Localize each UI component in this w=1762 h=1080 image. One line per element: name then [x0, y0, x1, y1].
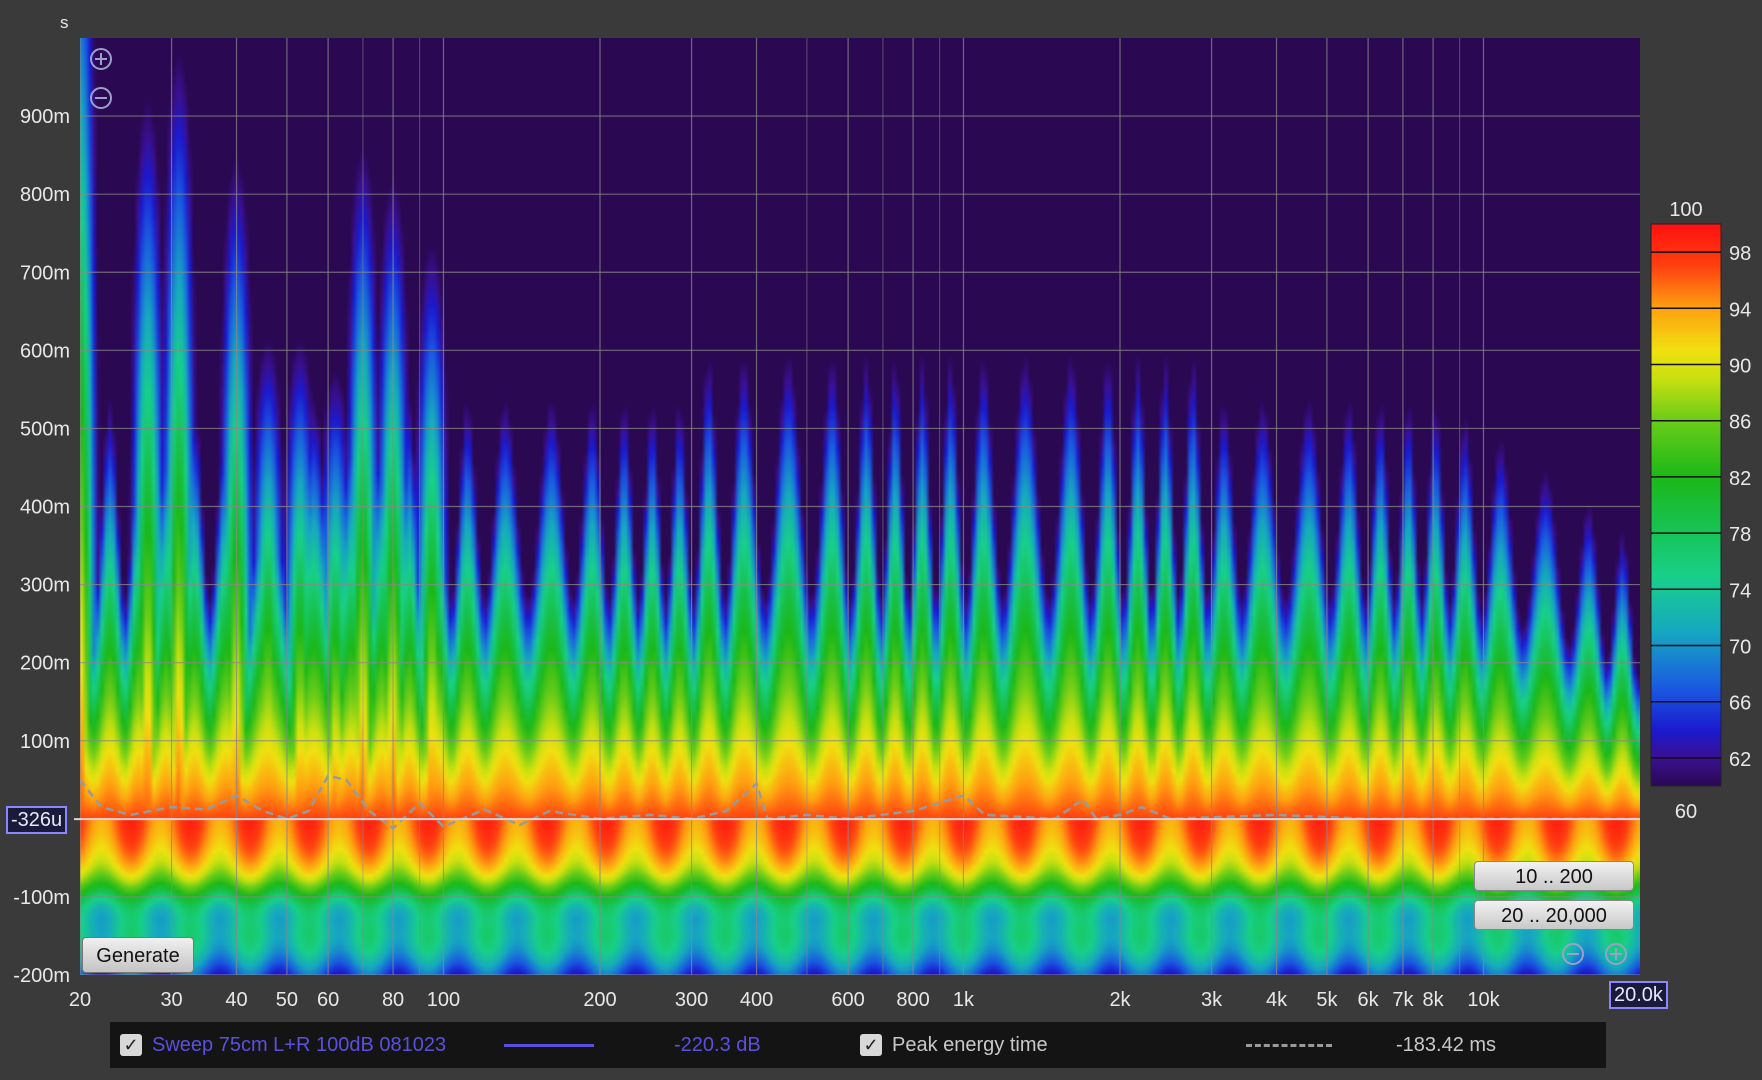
x-tick-label: 3k [1201, 989, 1223, 1011]
y-range-button[interactable]: 10 .. 200 [1474, 861, 1634, 891]
x-tick-label: 200 [583, 989, 616, 1011]
x-tick-label: 300 [675, 989, 708, 1011]
legend-peak-value: -183.42 ms [1396, 1034, 1497, 1056]
color-scale-label: 90 [1729, 356, 1751, 378]
color-scale-label: 70 [1729, 637, 1751, 659]
legend-series-name: Sweep 75cm L+R 100dB 081023 [152, 1034, 447, 1056]
x-tick-label: 1k [953, 989, 975, 1011]
y-tick-label: -200m [13, 965, 70, 987]
color-scale-min-label: 60 [1675, 801, 1697, 823]
x-tick-label: 50 [276, 989, 298, 1011]
legend-bar: ✓ Sweep 75cm L+R 100dB 081023 -220.3 dB … [110, 1022, 1606, 1068]
y-axis: 900m 800m 700m 600m 500m 400m 300m 200m 100m -100… [13, 106, 70, 987]
y-tick-label: 900m [20, 106, 70, 128]
y-tick-label: 800m [20, 184, 70, 206]
y-tick-label: 200m [20, 653, 70, 675]
x-tick-label: 40 [225, 989, 247, 1011]
x-tick-label: 6k [1358, 989, 1380, 1011]
x-tick-label: 600 [831, 989, 864, 1011]
x-axis-end-readout[interactable]: 20.0k [1609, 981, 1668, 1009]
y-tick-label: -100m [13, 887, 70, 909]
x-tick-label: 5k [1316, 989, 1338, 1011]
color-scale-label: 82 [1729, 468, 1751, 490]
color-scale-label: 78 [1729, 524, 1751, 546]
legend-checkbox-sweep[interactable]: ✓ [120, 1034, 142, 1056]
color-scale-label: 98 [1729, 243, 1751, 265]
color-scale-label: 62 [1729, 749, 1751, 771]
legend-checkbox-peak[interactable]: ✓ [860, 1034, 882, 1056]
x-tick-label: 8k [1423, 989, 1445, 1011]
legend-peak-name: Peak energy time [892, 1034, 1048, 1056]
legend-peak-swatch [1246, 1044, 1332, 1047]
x-axis: 20 30 40 50 60 80 100 200 300 400 600 800 1k 2k 3k 4k 5k… [69, 989, 1501, 1011]
y-tick-label: 100m [20, 731, 70, 753]
y-tick-label: 500m [20, 418, 70, 440]
x-tick-label: 20 [69, 989, 91, 1011]
color-scale-label: 66 [1729, 693, 1751, 715]
y-tick-label: 600m [20, 340, 70, 362]
color-scale: 98 94 90 86 82 78 74 70 66 62 100 60 [1650, 199, 1751, 823]
legend-series-swatch [504, 1044, 594, 1047]
x-tick-label: 800 [896, 989, 929, 1011]
legend-series-value: -220.3 dB [674, 1034, 761, 1056]
y-axis-unit: s [60, 13, 69, 32]
x-tick-label: 400 [740, 989, 773, 1011]
color-scale-max-label: 100 [1669, 199, 1702, 221]
x-tick-label: 7k [1392, 989, 1414, 1011]
generate-button[interactable]: Generate [82, 937, 194, 973]
cursor-time-readout[interactable]: -326u [6, 806, 68, 834]
x-tick-label: 4k [1266, 989, 1288, 1011]
x-tick-label: 60 [317, 989, 339, 1011]
y-tick-label: 400m [20, 497, 70, 519]
x-tick-label: 30 [160, 989, 182, 1011]
y-tick-label: 700m [20, 262, 70, 284]
color-scale-label: 94 [1729, 299, 1751, 321]
x-tick-label: 100 [427, 989, 460, 1011]
color-scale-label: 86 [1729, 412, 1751, 434]
x-tick-label: 2k [1109, 989, 1131, 1011]
color-scale-label: 74 [1729, 580, 1751, 602]
y-tick-label: 300m [20, 575, 70, 597]
x-range-button[interactable]: 20 .. 20,000 [1474, 900, 1634, 930]
x-tick-label: 80 [382, 989, 404, 1011]
x-tick-label: 10k [1467, 989, 1500, 1011]
